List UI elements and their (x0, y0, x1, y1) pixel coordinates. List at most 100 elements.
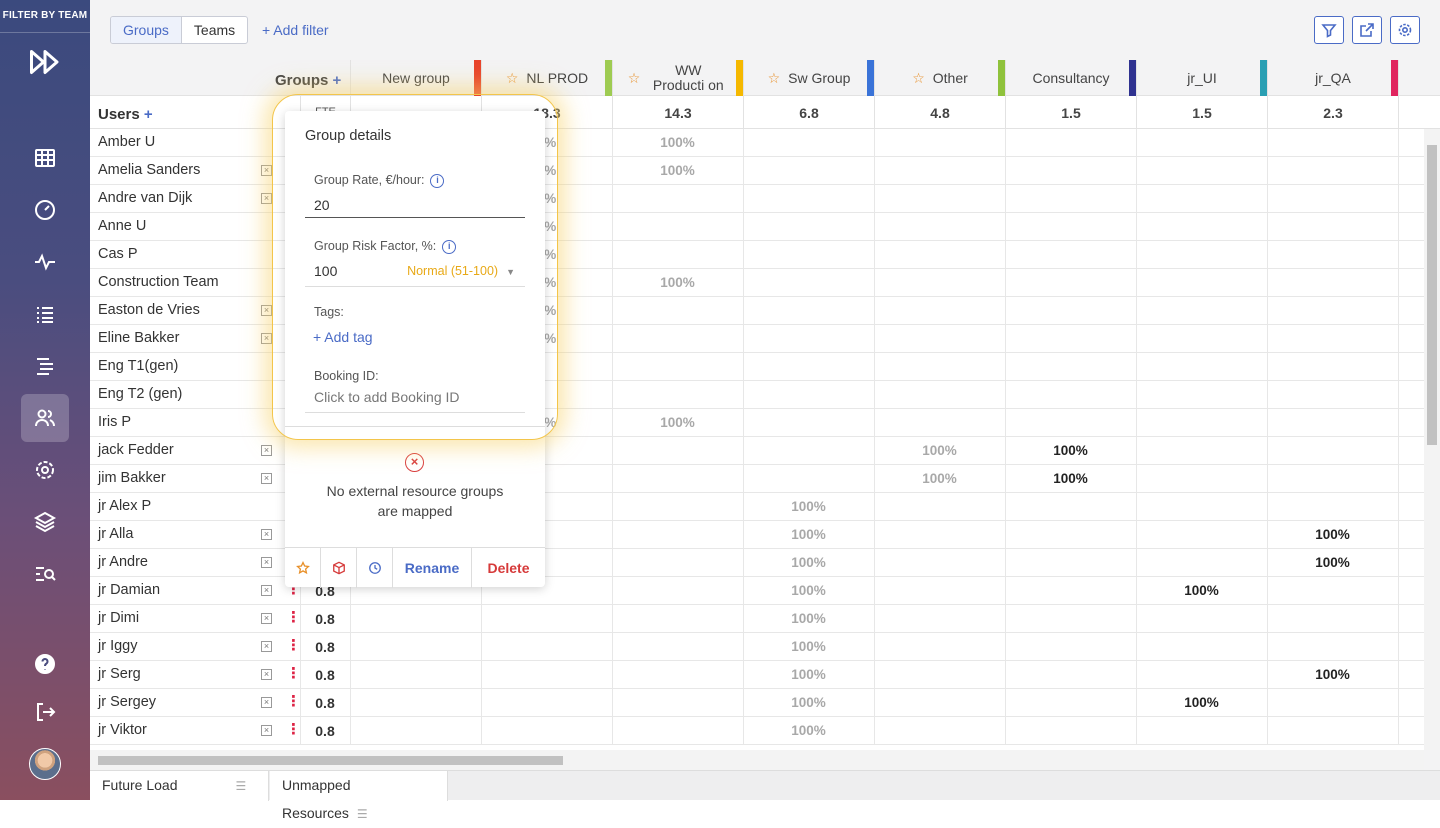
table-row[interactable]: jr Dimi × ⋮ 0.8 100% (90, 605, 1440, 633)
remove-user-icon[interactable]: × (261, 697, 272, 708)
user-name[interactable]: Eng T2 (gen) (98, 386, 182, 402)
delete-button[interactable]: Delete (472, 548, 545, 588)
remove-user-icon[interactable]: × (261, 641, 272, 652)
risk-factor-select[interactable]: 100 Normal (51-100) ▼ (305, 259, 525, 287)
avatar[interactable] (29, 748, 61, 780)
remove-user-icon[interactable]: × (261, 193, 272, 204)
row-menu-icon[interactable]: ⋮ (286, 693, 301, 711)
vertical-scroll-thumb[interactable] (1427, 145, 1437, 445)
allocation-cell[interactable]: 100% (612, 409, 743, 437)
allocation-cell[interactable]: 100% (743, 549, 874, 577)
add-group-button[interactable]: + (333, 72, 342, 89)
allocation-cell[interactable]: 100% (743, 689, 874, 717)
tab-groups[interactable]: Groups (111, 17, 182, 43)
user-name[interactable]: jr Alla (98, 526, 133, 542)
users-icon[interactable] (21, 394, 69, 442)
remove-user-icon[interactable]: × (261, 669, 272, 680)
user-name[interactable]: jr Andre (98, 554, 148, 570)
remove-user-icon[interactable]: × (261, 445, 272, 456)
tree-list-icon[interactable] (21, 342, 69, 390)
add-user-button[interactable]: + (144, 106, 153, 123)
user-name[interactable]: Iris P (98, 414, 131, 430)
allocation-cell[interactable]: 100% (612, 129, 743, 157)
group-column-header[interactable]: jr_UI (1136, 60, 1267, 96)
tab-unmapped-resources[interactable]: Unmapped Resources ☰ (270, 771, 448, 821)
allocation-cell[interactable]: 100% (874, 437, 1005, 465)
filter-by-team-title[interactable]: FILTER BY TEAM (0, 10, 90, 21)
allocation-cell[interactable]: 100% (743, 633, 874, 661)
remove-user-icon[interactable]: × (261, 473, 272, 484)
table-icon[interactable] (21, 134, 69, 182)
allocation-cell[interactable]: 100% (743, 605, 874, 633)
user-name[interactable]: jr Alex P (98, 498, 151, 514)
group-rate-input[interactable]: 20 (305, 193, 525, 218)
remove-user-icon[interactable]: × (261, 529, 272, 540)
remove-user-icon[interactable]: × (261, 613, 272, 624)
logout-icon[interactable] (21, 688, 69, 736)
allocation-cell[interactable]: 100% (1267, 521, 1398, 549)
info-icon[interactable]: i (442, 239, 457, 254)
row-menu-icon[interactable]: ⋮ (286, 637, 301, 655)
group-column-header[interactable]: ☆ Sw Group (743, 60, 874, 96)
user-name[interactable]: Anne U (98, 218, 146, 234)
filter-funnel-button[interactable] (1314, 16, 1344, 44)
user-name[interactable]: Easton de Vries (98, 302, 200, 318)
settings-button[interactable] (1390, 16, 1420, 44)
add-tag-link[interactable]: + Add tag (313, 329, 373, 345)
group-column-header[interactable]: ☆ NL PROD (481, 60, 612, 96)
user-name[interactable]: Construction Team (98, 274, 219, 290)
allocation-cell[interactable]: 100% (612, 269, 743, 297)
allocation-cell[interactable]: 100% (743, 577, 874, 605)
booking-id-input[interactable]: Click to add Booking ID (305, 385, 525, 413)
group-column-header[interactable]: ☆ WW Producti on (612, 60, 743, 96)
list-icon[interactable] (21, 290, 69, 338)
add-filter-link[interactable]: + Add filter (262, 22, 329, 38)
remove-user-icon[interactable]: × (261, 305, 272, 316)
group-column-header[interactable]: New group (350, 60, 481, 96)
tab-teams[interactable]: Teams (182, 17, 247, 43)
remove-user-icon[interactable]: × (261, 725, 272, 736)
allocation-cell[interactable]: 100% (743, 493, 874, 521)
group-column-header[interactable]: jr_QA (1267, 60, 1398, 96)
favorite-star-button[interactable] (285, 548, 321, 588)
allocation-cell[interactable]: 100% (743, 521, 874, 549)
user-name[interactable]: jr Dimi (98, 610, 139, 626)
row-menu-icon[interactable]: ⋮ (286, 721, 301, 739)
tab-menu-icon[interactable]: ☰ (236, 779, 247, 793)
user-name[interactable]: jr Iggy (98, 638, 138, 654)
horizontal-scrollbar[interactable] (90, 750, 1424, 770)
remove-user-icon[interactable]: × (261, 333, 272, 344)
user-name[interactable]: Eng T1(gen) (98, 358, 178, 374)
help-icon[interactable] (21, 640, 69, 688)
remove-user-icon[interactable]: × (261, 557, 272, 568)
user-name[interactable]: jr Sergey (98, 694, 156, 710)
user-name[interactable]: jr Viktor (98, 722, 147, 738)
tab-future-load[interactable]: Future Load ☰ (90, 771, 269, 801)
remove-user-icon[interactable]: × (261, 585, 272, 596)
group-column-header[interactable]: Consultancy (1005, 60, 1136, 96)
user-name[interactable]: Andre van Dijk (98, 190, 192, 206)
tab-menu-icon[interactable]: ☰ (357, 807, 368, 821)
allocation-cell[interactable]: 100% (743, 717, 874, 745)
allocation-cell[interactable]: 100% (1136, 689, 1267, 717)
table-row[interactable]: jr Iggy × ⋮ 0.8 100% (90, 633, 1440, 661)
star-icon[interactable]: ☆ (628, 70, 641, 86)
horizontal-scroll-thumb[interactable] (98, 756, 563, 765)
table-row[interactable]: jr Sergey × ⋮ 0.8 100% 100% (90, 689, 1440, 717)
allocation-cell[interactable]: 100% (743, 661, 874, 689)
allocation-cell[interactable]: 100% (1005, 465, 1136, 493)
group-column-header[interactable]: ☆ Other (874, 60, 1005, 96)
settings-gear-icon[interactable] (21, 446, 69, 494)
remove-user-icon[interactable]: × (261, 165, 272, 176)
allocation-cell[interactable]: 100% (1267, 549, 1398, 577)
row-menu-icon[interactable]: ⋮ (286, 665, 301, 683)
vertical-scrollbar[interactable] (1424, 129, 1440, 750)
allocation-cell[interactable]: 100% (1267, 661, 1398, 689)
user-name[interactable]: jr Damian (98, 582, 160, 598)
allocation-cell[interactable]: 100% (1005, 437, 1136, 465)
allocation-cell[interactable]: 100% (874, 465, 1005, 493)
table-row[interactable]: jr Serg × ⋮ 0.8 100% 100% (90, 661, 1440, 689)
star-icon[interactable]: ☆ (912, 70, 925, 86)
user-name[interactable]: Eline Bakker (98, 330, 179, 346)
layers-icon[interactable] (21, 498, 69, 546)
